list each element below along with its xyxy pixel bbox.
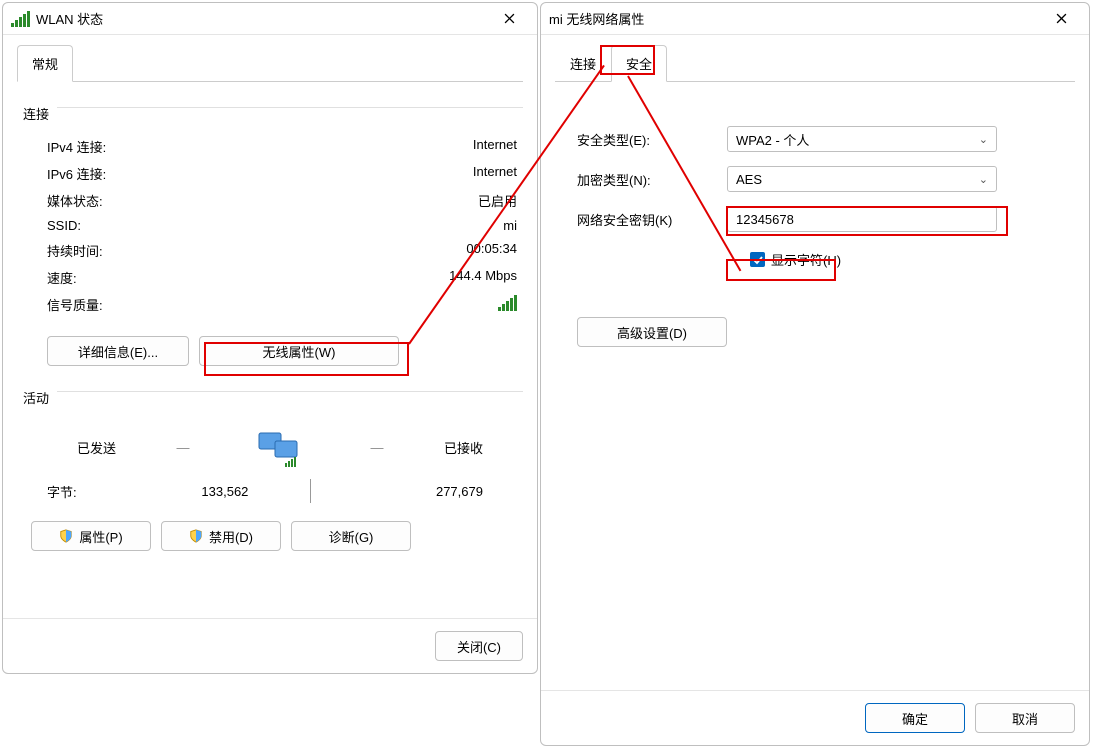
signal-bars-icon — [498, 295, 517, 314]
disable-button-label: 禁用(D) — [209, 527, 253, 546]
media-label: 媒体状态: — [47, 191, 103, 210]
encryption-type-value: AES — [736, 172, 762, 187]
speed-label: 速度: — [47, 268, 77, 287]
window-title: WLAN 状态 — [36, 9, 489, 28]
disable-button[interactable]: 禁用(D) — [161, 521, 281, 551]
window-title: mi 无线网络属性 — [549, 9, 1041, 28]
activity-row: 已发送 — — 已接收 — [17, 417, 523, 467]
sent-label: 已发送 — [77, 438, 116, 457]
titlebar-left: WLAN 状态 — [3, 3, 537, 35]
ipv6-label: IPv6 连接: — [47, 164, 106, 183]
speed-value: 144.4 Mbps — [449, 268, 517, 287]
network-key-input[interactable]: 12345678 — [727, 206, 997, 232]
chevron-down-icon: ⌄ — [979, 173, 988, 186]
network-key-label: 网络安全密钥(K) — [577, 210, 727, 229]
separator — [310, 479, 311, 503]
security-type-select[interactable]: WPA2 - 个人 ⌄ — [727, 126, 997, 152]
ssid-label: SSID: — [47, 218, 81, 233]
wireless-properties-dialog: mi 无线网络属性 连接 安全 安全类型(E): WPA2 - 个人 ⌄ 加密类… — [540, 2, 1090, 746]
ssid-value: mi — [503, 218, 517, 233]
diagnose-button[interactable]: 诊断(G) — [291, 521, 411, 551]
ipv4-label: IPv4 连接: — [47, 137, 106, 156]
titlebar-right: mi 无线网络属性 — [541, 3, 1089, 35]
recv-bytes: 277,679 — [373, 484, 483, 499]
section-activity: 活动 — [23, 388, 49, 407]
signal-label: 信号质量: — [47, 295, 103, 314]
close-button[interactable]: 关闭(C) — [435, 631, 523, 661]
chevron-down-icon: ⌄ — [979, 133, 988, 146]
security-type-label: 安全类型(E): — [577, 130, 727, 149]
encryption-type-select[interactable]: AES ⌄ — [727, 166, 997, 192]
advanced-settings-button[interactable]: 高级设置(D) — [577, 317, 727, 347]
shield-icon — [189, 529, 203, 543]
show-characters-label: 显示字符(H) — [771, 250, 841, 269]
security-type-value: WPA2 - 个人 — [736, 130, 809, 149]
sent-bytes: 133,562 — [138, 484, 248, 499]
dialog-body-right: 连接 安全 安全类型(E): WPA2 - 个人 ⌄ 加密类型(N): AES … — [541, 35, 1089, 690]
wlan-status-dialog: WLAN 状态 常规 连接 IPv4 连接: Internet IPv6 连接: I… — [2, 2, 538, 674]
duration-label: 持续时间: — [47, 241, 103, 260]
dialog-body-left: 常规 连接 IPv4 连接:Internet IPv6 连接:Internet … — [3, 35, 537, 618]
show-characters-checkbox[interactable] — [750, 252, 765, 267]
footer-right: 确定 取消 — [541, 690, 1089, 745]
wifi-icon — [11, 11, 30, 27]
tab-connection[interactable]: 连接 — [555, 45, 611, 81]
tabstrip-left: 常规 — [17, 45, 523, 82]
tabstrip-right: 连接 安全 — [555, 45, 1075, 82]
tab-general[interactable]: 常规 — [17, 45, 73, 82]
ipv4-value: Internet — [473, 137, 517, 156]
properties-button[interactable]: 属性(P) — [31, 521, 151, 551]
bytes-label: 字节: — [47, 482, 77, 501]
details-button[interactable]: 详细信息(E)... — [47, 336, 189, 366]
section-connection: 连接 — [23, 104, 49, 123]
properties-button-label: 属性(P) — [79, 527, 122, 546]
wireless-properties-button[interactable]: 无线属性(W) — [199, 336, 399, 366]
footer-left: 关闭(C) — [3, 618, 537, 673]
shield-icon — [59, 529, 73, 543]
computers-icon — [250, 427, 310, 467]
close-icon[interactable] — [489, 5, 529, 33]
close-icon[interactable] — [1041, 5, 1081, 33]
encryption-type-label: 加密类型(N): — [577, 170, 727, 189]
duration-value: 00:05:34 — [466, 241, 517, 260]
ok-button[interactable]: 确定 — [865, 703, 965, 733]
network-key-value: 12345678 — [736, 212, 794, 227]
tab-security[interactable]: 安全 — [611, 45, 667, 82]
media-value: 已启用 — [478, 191, 517, 210]
recv-label: 已接收 — [444, 438, 483, 457]
cancel-button[interactable]: 取消 — [975, 703, 1075, 733]
ipv6-value: Internet — [473, 164, 517, 183]
